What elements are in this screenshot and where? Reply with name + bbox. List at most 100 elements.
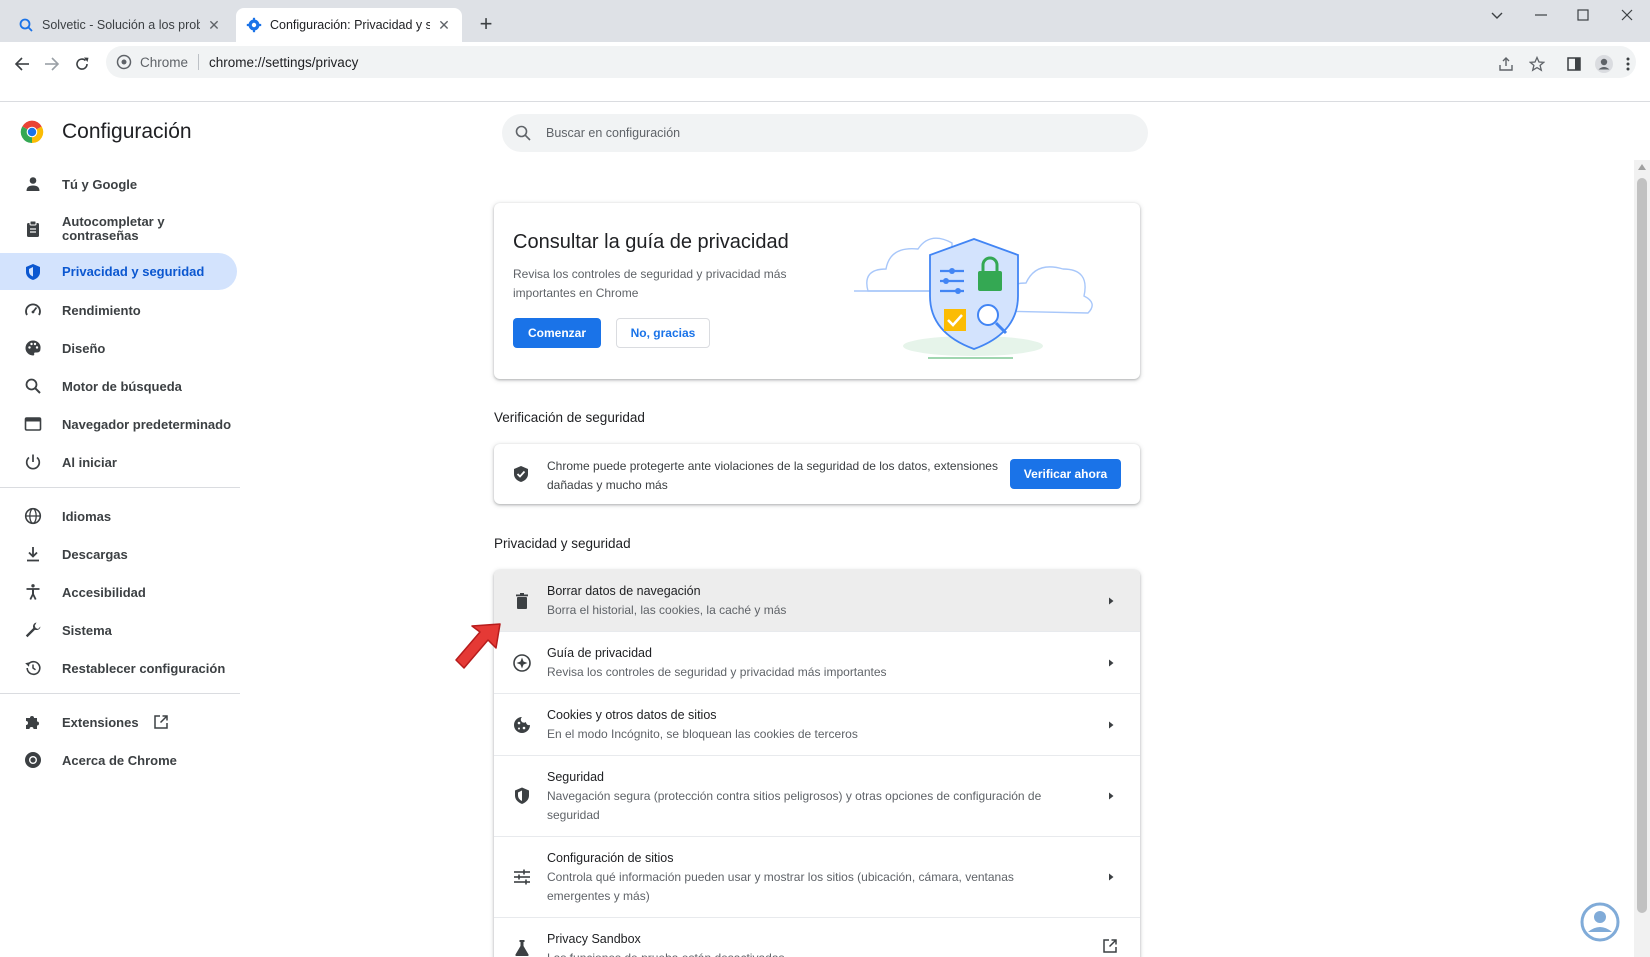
chevron-right-icon [1109, 721, 1114, 729]
sidebar-item-extensions[interactable]: Extensiones [0, 703, 237, 741]
row-title: Borrar datos de navegación [547, 584, 701, 598]
chrome-logo-icon [20, 120, 44, 144]
omnibox-url: chrome://settings/privacy [209, 54, 359, 70]
search-favicon-icon [19, 18, 33, 32]
chevron-right-icon [1109, 873, 1114, 881]
sidebar-item-label: Al iniciar [62, 454, 117, 470]
sidebar-item-label: Sistema [62, 622, 112, 638]
chrome-page-icon [116, 54, 132, 70]
row-subtitle: Las funciones de prueba están desactivad… [547, 949, 1067, 957]
sidebar-item-accessibility[interactable]: Accesibilidad [0, 573, 237, 611]
row-subtitle: Navegación segura (protección contra sit… [547, 789, 1042, 822]
row-title: Privacy Sandbox [547, 932, 641, 946]
sidebar-item-label: Extensiones [62, 714, 139, 730]
sidebar-item-downloads[interactable]: Descargas [0, 535, 237, 573]
row-security[interactable]: Seguridad Navegación segura (protección … [494, 756, 1140, 837]
new-tab-button[interactable]: + [474, 12, 498, 36]
sidebar-item-label: Idiomas [62, 508, 112, 524]
scrollbar-thumb[interactable] [1637, 178, 1647, 913]
menu-kebab-icon[interactable] [1614, 50, 1642, 78]
sidebar-item-you-and-google[interactable]: Tú y Google [0, 165, 237, 203]
search-icon [25, 378, 41, 394]
row-privacy-guide[interactable]: Guía de privacidad Revisa los controles … [494, 632, 1140, 694]
privacy-shield-illustration-icon [854, 237, 1093, 359]
tune-icon [514, 869, 530, 885]
dismiss-privacy-guide-button[interactable]: No, gracias [616, 318, 710, 348]
privacy-guide-title: Consultar la guía de privacidad [513, 231, 789, 253]
safety-check-text: Chrome puede protegerte ante violaciones… [547, 459, 998, 492]
sidebar-divider [0, 487, 240, 488]
puzzle-icon [26, 716, 39, 729]
sidebar-item-autofill[interactable]: Autocompletar y contraseñas [0, 203, 237, 255]
tab-search-icon[interactable] [1482, 4, 1512, 28]
row-subtitle: Revisa los controles de seguridad y priv… [547, 665, 887, 679]
cookie-icon [514, 717, 530, 733]
chevron-right-icon [1109, 792, 1114, 800]
security-shield-icon [515, 787, 529, 804]
privacy-section-heading: Privacidad y seguridad [494, 536, 631, 551]
settings-search-input[interactable]: Buscar en configuración [502, 114, 1148, 152]
gear-favicon-icon [246, 17, 262, 33]
sidebar-item-label: Rendimiento [62, 302, 141, 318]
sidebar-item-languages[interactable]: Idiomas [0, 497, 237, 535]
sidebar-divider [0, 693, 240, 694]
scroll-up-icon[interactable] [1638, 164, 1646, 170]
sidebar-item-search-engine[interactable]: Motor de búsqueda [0, 367, 237, 405]
close-tab-icon[interactable]: ✕ [206, 17, 222, 33]
sidebar-item-about-chrome[interactable]: Acerca de Chrome [0, 741, 237, 779]
check-now-button[interactable]: Verificar ahora [1010, 459, 1121, 489]
page-scrollbar[interactable] [1634, 160, 1650, 957]
sidebar-item-system[interactable]: Sistema [0, 611, 237, 649]
close-tab-icon[interactable]: ✕ [436, 17, 452, 33]
row-title: Configuración de sitios [547, 851, 674, 865]
row-clear-browsing-data[interactable]: Borrar datos de navegación Borra el hist… [494, 570, 1140, 632]
reload-icon[interactable] [68, 50, 96, 78]
start-privacy-guide-button[interactable]: Comenzar [513, 318, 601, 348]
minimize-icon[interactable] [1518, 0, 1564, 30]
sidebar-item-on-startup[interactable]: Al iniciar [0, 443, 237, 481]
back-icon[interactable] [8, 50, 36, 78]
compass-icon [513, 654, 531, 672]
forward-icon[interactable] [38, 50, 66, 78]
sidebar-item-label: Descargas [62, 546, 128, 562]
row-site-settings[interactable]: Configuración de sitios Controla qué inf… [494, 837, 1140, 918]
person-icon [26, 177, 40, 191]
tab-strip: Solvetic - Solución a los problemas ✕ Co… [0, 0, 1650, 42]
side-panel-icon[interactable] [1560, 50, 1588, 78]
safety-check-card: Chrome puede protegerte ante violaciones… [494, 444, 1140, 504]
sidebar-item-privacy[interactable]: Privacidad y seguridad [0, 253, 237, 290]
sidebar-item-label: Restablecer configuración [62, 660, 226, 676]
page-title: Configuración [62, 120, 192, 143]
globe-icon [24, 507, 42, 525]
row-title: Guía de privacidad [547, 646, 652, 660]
open-in-new-icon [153, 715, 168, 729]
row-cookies[interactable]: Cookies y otros datos de sitios En el mo… [494, 694, 1140, 756]
accessibility-icon [26, 584, 40, 600]
clipboard-icon [27, 220, 39, 237]
sidebar-item-appearance[interactable]: Diseño [0, 329, 237, 367]
row-title: Cookies y otros datos de sitios [547, 708, 717, 722]
address-bar[interactable]: Chrome chrome://settings/privacy [106, 46, 1636, 78]
share-icon[interactable] [1492, 50, 1520, 78]
sidebar-item-label: Autocompletar y contraseñas [62, 214, 165, 243]
palette-icon [25, 340, 41, 356]
sidebar-item-label: Acerca de Chrome [62, 752, 177, 768]
omnibox-separator [198, 54, 200, 70]
chevron-right-icon [1109, 597, 1114, 605]
maximize-icon[interactable] [1560, 0, 1606, 30]
tab-title: Solvetic - Solución a los problemas [42, 18, 200, 32]
sidebar-item-performance[interactable]: Rendimiento [0, 291, 237, 329]
close-window-icon[interactable] [1604, 0, 1650, 30]
tab-title: Configuración: Privacidad y seguridad [270, 18, 430, 32]
sidebar-item-default-browser[interactable]: Navegador predeterminado [0, 405, 237, 443]
browser-icon [24, 417, 42, 431]
bookmark-star-icon[interactable] [1523, 50, 1551, 78]
sidebar-item-reset[interactable]: Restablecer configuración [0, 649, 237, 687]
sidebar-item-label: Privacidad y seguridad [62, 264, 205, 279]
tab-settings-privacy[interactable]: Configuración: Privacidad y seguridad ✕ [236, 8, 462, 42]
sidebar-item-label: Motor de búsqueda [62, 378, 182, 394]
row-privacy-sandbox[interactable]: Privacy Sandbox Las funciones de prueba … [494, 918, 1140, 957]
tab-solvetic[interactable]: Solvetic - Solución a los problemas ✕ [8, 8, 232, 42]
row-subtitle: Controla qué información pueden usar y m… [547, 870, 1014, 903]
row-title: Seguridad [547, 770, 604, 784]
